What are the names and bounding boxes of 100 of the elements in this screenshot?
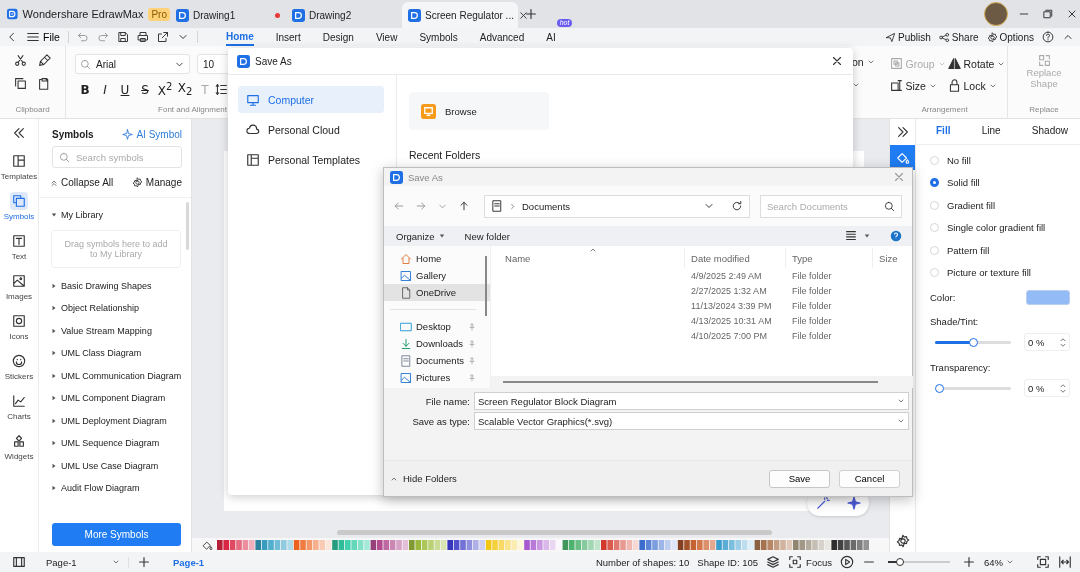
dialog-button[interactable]: Cancel — [839, 469, 900, 488]
rail-item[interactable]: Stickers — [1, 349, 37, 384]
rail-item[interactable]: Charts — [1, 389, 37, 424]
radio-button[interactable] — [930, 178, 939, 188]
paste-icon[interactable] — [37, 77, 51, 90]
new-tab-icon[interactable] — [524, 7, 538, 21]
help-icon[interactable] — [1042, 31, 1054, 43]
ai-symbol-button[interactable]: AI Symbol — [122, 129, 182, 140]
format-button[interactable]: S — [135, 82, 155, 97]
panel-tab[interactable]: Line — [981, 125, 1001, 136]
column-header[interactable]: Size — [873, 248, 914, 268]
library-item[interactable]: UML Component Diagram — [51, 387, 181, 410]
fill-color-icon[interactable] — [202, 539, 213, 551]
number-field[interactable]: 0 % — [1024, 333, 1070, 351]
print-icon[interactable] — [136, 31, 149, 43]
file-menu[interactable]: File — [26, 30, 60, 44]
library-item[interactable]: UML Communication Diagram — [51, 364, 181, 387]
scrollbar[interactable] — [503, 381, 879, 383]
zoom-dropdown[interactable]: 64% — [984, 556, 1014, 568]
dropdown-caret-icon[interactable] — [852, 81, 860, 89]
format-button[interactable]: U — [115, 82, 135, 97]
cut-icon[interactable] — [13, 54, 27, 67]
magic-wand-icon[interactable] — [815, 496, 830, 510]
library-item[interactable]: Basic Drawing Shapes — [51, 274, 181, 297]
rail-item[interactable]: Symbols — [1, 189, 37, 224]
copy-icon[interactable] — [13, 77, 27, 90]
document-tab[interactable]: Drawing2 — [286, 2, 402, 28]
position-button[interactable]: on — [852, 56, 875, 68]
menu-tab[interactable]: Design — [322, 29, 354, 45]
library-item[interactable]: UML Sequence Diagram — [51, 432, 181, 455]
new-folder-button[interactable]: New folder — [464, 230, 510, 242]
menu-tab[interactable]: View — [375, 29, 398, 45]
scrollbar[interactable] — [337, 530, 772, 535]
library-item[interactable]: Audit Flow Diagram — [51, 477, 181, 500]
more-symbols-button[interactable]: More Symbols — [52, 523, 181, 546]
hide-folders-button[interactable]: Hide Folders — [390, 473, 457, 484]
layers-icon[interactable] — [766, 555, 781, 569]
library-item[interactable]: Value Stream Mapping — [51, 319, 181, 342]
library-item[interactable]: UML Use Case Diagram — [51, 454, 181, 477]
font-field[interactable]: Arial — [75, 54, 190, 74]
navigation-item[interactable]: Pictures — [384, 369, 491, 386]
expand-panel-icon[interactable] — [895, 125, 910, 139]
library-item[interactable]: My Library — [51, 204, 181, 227]
location-item[interactable]: Computer — [238, 86, 384, 113]
line-spacing-icon[interactable] — [215, 83, 228, 96]
rail-item[interactable]: Text — [1, 229, 37, 264]
document-tab[interactable]: Drawing1 — [170, 2, 286, 28]
arrange-button[interactable]: Rotate — [947, 57, 1000, 70]
zoom-in-icon[interactable] — [962, 555, 976, 569]
column-header[interactable]: Type — [786, 248, 874, 268]
panel-tab[interactable]: Shadow — [1031, 125, 1068, 136]
save-icon[interactable] — [116, 31, 129, 43]
dialog-button[interactable]: Save — [769, 469, 830, 488]
menu-tab[interactable]: AI — [546, 29, 556, 45]
slider[interactable] — [935, 383, 1011, 393]
collapse-all-button[interactable]: Collapse All — [50, 177, 114, 188]
fit-width-icon[interactable] — [1058, 555, 1072, 569]
scrollbar[interactable] — [186, 202, 189, 250]
play-icon[interactable] — [840, 555, 854, 569]
file-type-dropdown[interactable]: Scalable Vector Graphics(*.svg) — [474, 412, 909, 430]
rail-item[interactable]: Icons — [1, 309, 37, 344]
settings-icon[interactable] — [895, 534, 910, 548]
rail-item[interactable]: Templates — [1, 149, 37, 184]
library-item[interactable]: UML Class Diagram — [51, 342, 181, 365]
location-item[interactable]: Personal Cloud — [238, 116, 384, 143]
column-header[interactable]: Name — [491, 248, 686, 268]
rail-item[interactable]: Images — [1, 269, 37, 304]
navigation-item[interactable]: Desktop — [384, 318, 491, 335]
navigation-item[interactable]: Downloads — [384, 335, 491, 352]
menu-tab[interactable]: Advanced — [479, 29, 525, 45]
toolbar-action[interactable]: Share — [938, 31, 979, 43]
navigation-item[interactable]: Gallery — [384, 267, 491, 284]
close-icon[interactable] — [830, 54, 844, 68]
panel-tab[interactable]: Fill — [936, 125, 951, 136]
arrange-button[interactable]: Size — [889, 79, 948, 92]
number-field[interactable]: 0 % — [1024, 379, 1070, 397]
format-button[interactable]: X$^{2}$ — [155, 81, 175, 98]
focus-button[interactable]: Focus — [788, 555, 832, 569]
caret-icon[interactable] — [864, 233, 870, 239]
organize-menu[interactable]: Organize — [396, 230, 445, 242]
location-item[interactable]: Personal Templates — [238, 146, 384, 173]
menu-tab[interactable]: Insert — [275, 29, 301, 45]
help-icon[interactable] — [890, 230, 902, 242]
collapse-panel-icon[interactable] — [12, 126, 26, 140]
navigation-item[interactable]: Documents — [384, 352, 491, 369]
navigation-item[interactable]: Home — [384, 250, 491, 267]
format-button[interactable]: B — [75, 82, 95, 97]
file-name-field[interactable]: Screen Regulator Block Diagram — [474, 392, 909, 410]
format-painter-icon[interactable] — [37, 54, 51, 67]
arrange-button[interactable]: Lock — [947, 79, 1000, 92]
spinner-arrows-icon[interactable] — [1060, 337, 1066, 347]
restore-icon[interactable] — [1042, 8, 1054, 20]
library-item[interactable]: UML Deployment Diagram — [51, 409, 181, 432]
fit-page-icon[interactable] — [1036, 555, 1050, 569]
page-dropdown[interactable]: Page-1 — [46, 556, 129, 568]
page-tab[interactable]: Page-1 — [167, 556, 211, 568]
address-bar[interactable]: Documents — [484, 194, 750, 218]
export-icon[interactable] — [156, 31, 169, 43]
format-button[interactable]: X$_{2}$ — [175, 81, 195, 98]
browse-button[interactable]: Browse — [409, 92, 549, 130]
